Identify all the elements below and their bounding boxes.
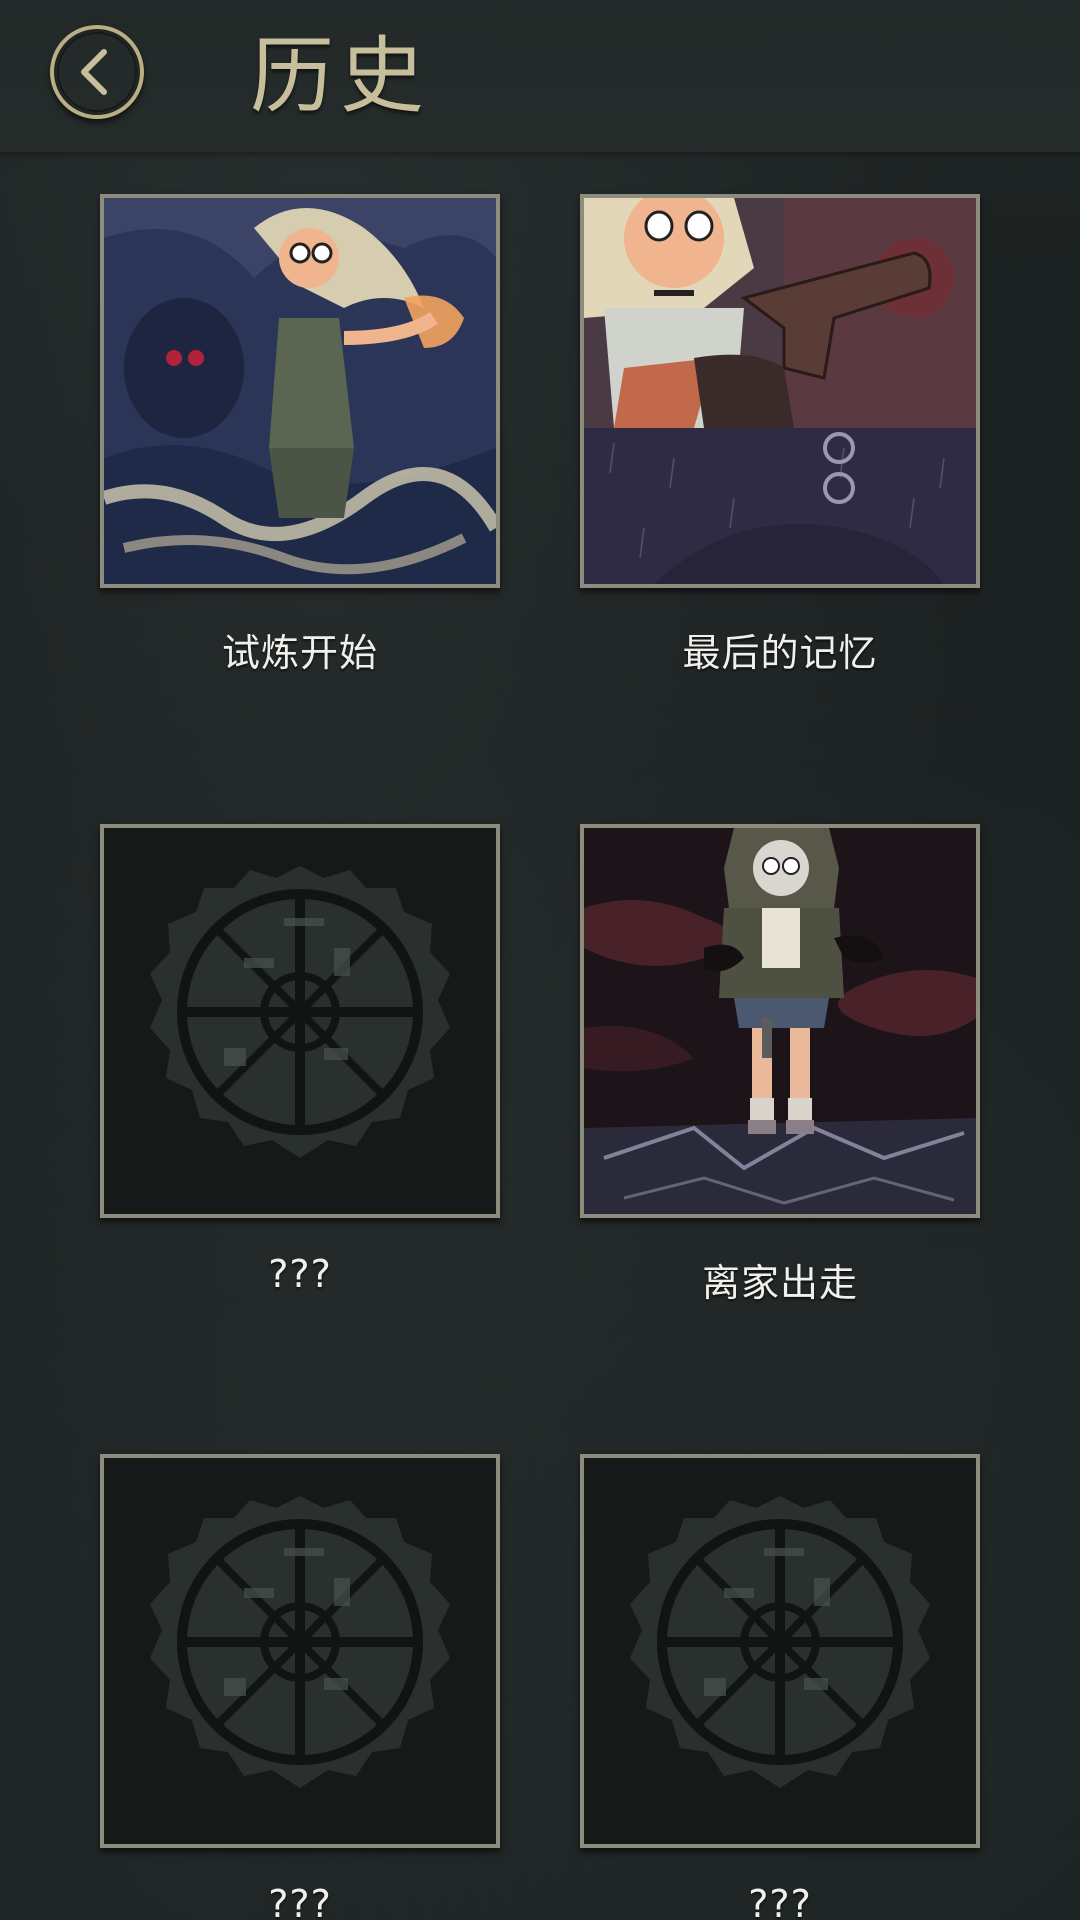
top-bar: 历史 [0,0,1080,152]
gallery-item[interactable]: 离家出走 [580,824,980,1305]
artwork-thumbnail [580,824,980,1218]
locked-seal-icon [104,828,496,1214]
back-button[interactable] [50,25,144,119]
page-title: 历史 [250,27,431,125]
gallery-item-title: 离家出走 [701,1261,858,1305]
hooded-girl-standing-art [584,828,976,1214]
gallery-item-locked[interactable]: ??? [100,824,500,1296]
gallery-item-title: ??? [268,1882,332,1920]
gallery-item[interactable]: 试炼开始 [100,194,500,675]
history-screen: 历史 试炼开始 最后的记忆 ??? 离家出走 ??? ??? [0,0,1080,1920]
locked-seal-icon [584,1458,976,1844]
girl-and-masked-figure-art [104,198,496,584]
artwork-thumbnail [580,1454,980,1848]
artwork-thumbnail [100,1454,500,1848]
locked-seal-icon [104,1458,496,1844]
gallery-item-title: 最后的记忆 [682,631,878,675]
gallery-item-locked[interactable]: ??? [100,1454,500,1920]
gallery-item-title: 试炼开始 [221,631,378,675]
chevron-left-icon [57,32,137,112]
artwork-thumbnail [100,194,500,588]
girl-with-pistol-art [584,198,976,584]
gallery-item-title: ??? [748,1882,812,1920]
gallery-item[interactable]: 最后的记忆 [580,194,980,675]
gallery-item-locked[interactable]: ??? [580,1454,980,1920]
artwork-thumbnail [100,824,500,1218]
artwork-thumbnail [580,194,980,588]
gallery-item-title: ??? [268,1252,332,1296]
